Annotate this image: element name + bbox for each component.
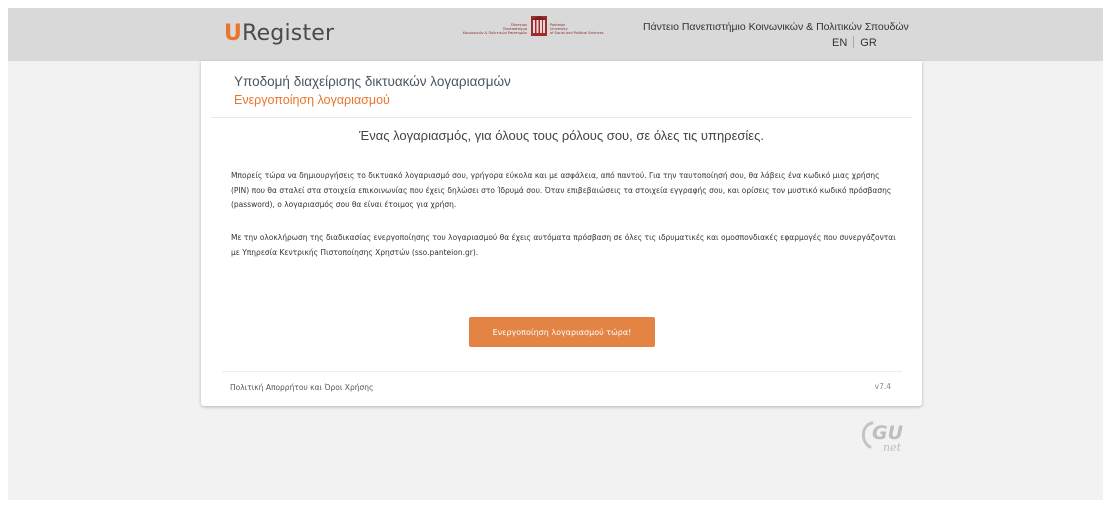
logo-text-line: of Social and Political Sciences <box>550 31 604 36</box>
language-switcher: EN GR <box>832 36 877 49</box>
gunet-logo: GU net <box>862 421 904 454</box>
page-title: Υποδομή διαχείρισης δικτυακών λογαριασμώ… <box>234 74 511 89</box>
version-label: v7.4 <box>874 382 891 391</box>
lang-gr-link[interactable]: GR <box>860 37 877 49</box>
university-name: Πάντειο Πανεπιστήμιο Κοινωνικών & Πολιτι… <box>643 21 909 33</box>
tagline: Ένας λογαριασμός, για όλους τους ρόλους … <box>359 128 764 143</box>
lang-en-link[interactable]: EN <box>832 37 847 49</box>
activation-card: Υποδομή διαχείρισης δικτυακών λογαριασμώ… <box>201 61 922 406</box>
brand-rest: Register <box>242 21 335 46</box>
logo-text-english: Panteion University of Social and Politi… <box>550 23 604 36</box>
logo-text-line: Κοινωνικών & Πολιτικών Επιστημών <box>462 31 527 36</box>
page-subtitle: Ενεργοποίηση λογαριασμού <box>234 93 390 107</box>
uregister-logo[interactable]: URegister <box>224 20 334 48</box>
page-background: URegister Πάντειον Πανεπιστήμιο Κοινωνικ… <box>8 8 1103 500</box>
access-paragraph: Με την ολοκλήρωση της διαδικασίας ενεργο… <box>231 233 896 257</box>
activate-account-button[interactable]: Ενεργοποίηση λογαριασμού τώρα! <box>469 317 655 347</box>
panteion-university-logo: Πάντειον Πανεπιστήμιο Κοινωνικών & Πολιτ… <box>463 12 609 42</box>
divider <box>222 371 902 372</box>
divider <box>211 117 912 118</box>
logo-text-greek: Πάντειον Πανεπιστήμιο Κοινωνικών & Πολιτ… <box>463 23 527 36</box>
brand-prefix: U <box>224 21 243 46</box>
privacy-terms-link[interactable]: Πολιτική Απορρήτου και Όροι Χρήσης <box>230 383 373 392</box>
panteion-emblem-icon <box>531 16 547 36</box>
intro-paragraph: Μπορείς τώρα να δημιουργήσεις το δικτυακ… <box>231 171 892 209</box>
gunet-logo-sub-text: net <box>883 441 902 454</box>
lang-divider <box>853 36 855 48</box>
top-header: URegister Πάντειον Πανεπιστήμιο Κοινωνικ… <box>8 8 1103 61</box>
